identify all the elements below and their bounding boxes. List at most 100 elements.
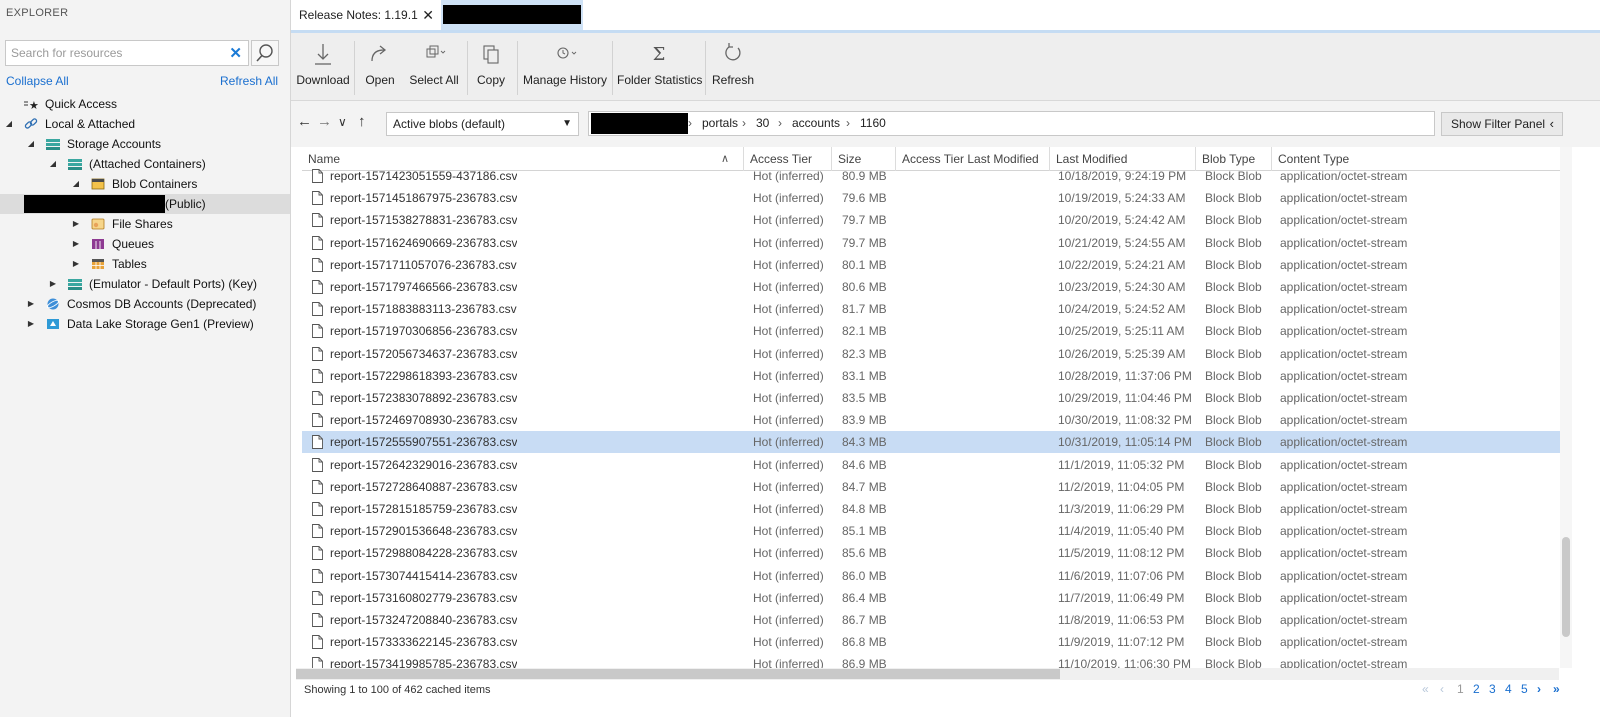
last-modified-cell: 11/9/2019, 11:07:12 PM bbox=[1058, 635, 1185, 650]
table-row[interactable]: report-1571883883113-236783.csv Hot (infe… bbox=[302, 298, 1560, 320]
content-type-cell: application/octet-stream bbox=[1280, 479, 1408, 494]
previous-page-icon[interactable]: ‹ bbox=[1440, 682, 1444, 696]
page-link-3[interactable]: 3 bbox=[1489, 682, 1496, 696]
table-row[interactable]: report-1571423051559-437186.csv Hot (infe… bbox=[302, 165, 1560, 187]
collapsed-arrow-icon[interactable]: ▶ bbox=[26, 314, 36, 334]
first-page-icon[interactable]: « bbox=[1422, 682, 1429, 696]
expanded-arrow-icon[interactable]: ◢ bbox=[4, 114, 14, 134]
tree-item-quick-access[interactable]: ★ Quick Access bbox=[0, 94, 290, 114]
next-page-icon[interactable]: › bbox=[1537, 682, 1541, 696]
table-row[interactable]: report-1573333622145-236783.csv Hot (infe… bbox=[302, 631, 1560, 653]
page-link-5[interactable]: 5 bbox=[1521, 682, 1528, 696]
file-icon bbox=[312, 568, 323, 583]
name-cell: report-1572056734637-236783.csv bbox=[330, 346, 518, 361]
table-row[interactable]: report-1573247208840-236783.csv Hot (infe… bbox=[302, 609, 1560, 631]
table-row[interactable]: report-1572988084228-236783.csv Hot (infe… bbox=[302, 542, 1560, 564]
collapsed-arrow-icon[interactable]: ▶ bbox=[71, 234, 81, 254]
table-row[interactable]: report-1571624690669-236783.csv Hot (infe… bbox=[302, 232, 1560, 254]
page-link-1[interactable]: 1 bbox=[1457, 682, 1464, 696]
manage-history-button[interactable]: Manage History bbox=[523, 39, 607, 97]
tree-item-file-shares[interactable]: ▶ File Shares bbox=[0, 214, 290, 234]
refresh-button[interactable]: Refresh bbox=[711, 39, 755, 97]
breadcrumb[interactable]: › portals › 30 › accounts › 1160 bbox=[588, 111, 1435, 136]
expanded-arrow-icon[interactable]: ◢ bbox=[26, 134, 36, 154]
collapsed-arrow-icon[interactable]: ▶ bbox=[26, 294, 36, 314]
table-row[interactable]: report-1572728640887-236783.csv Hot (infe… bbox=[302, 476, 1560, 498]
table-row[interactable]: report-1571797466566-236783.csv Hot (infe… bbox=[302, 276, 1560, 298]
tree-item-local-attached[interactable]: ◢ Local & Attached bbox=[0, 114, 290, 134]
refresh-all-link[interactable]: Refresh All bbox=[220, 74, 278, 88]
file-icon bbox=[312, 280, 323, 294]
table-row[interactable]: report-1572901536648-236783.csv Hot (infe… bbox=[302, 520, 1560, 542]
file-icon bbox=[312, 635, 323, 650]
breadcrumb-item-accounts[interactable]: accounts bbox=[792, 112, 840, 135]
filter-select-value: Active blobs (default) bbox=[393, 117, 506, 131]
table-row[interactable]: report-1573160802779-236783.csv Hot (infe… bbox=[302, 587, 1560, 609]
tab-redacted[interactable] bbox=[441, 0, 583, 30]
chevron-down-icon[interactable]: ∨ bbox=[338, 115, 347, 129]
table-row[interactable]: report-1571538278831-236783.csv Hot (infe… bbox=[302, 209, 1560, 231]
expanded-arrow-icon[interactable]: ◢ bbox=[71, 174, 81, 194]
horizontal-scroll-thumb[interactable] bbox=[296, 669, 1060, 679]
table-row[interactable]: report-1572642329016-236783.csv Hot (infe… bbox=[302, 454, 1560, 476]
tree-item-cosmos[interactable]: ▶ Cosmos DB Accounts (Deprecated) bbox=[0, 294, 290, 314]
access-tier-cell: Hot (inferred) bbox=[753, 346, 824, 361]
expanded-arrow-icon[interactable]: ◢ bbox=[48, 154, 58, 174]
collapse-all-link[interactable]: Collapse All bbox=[6, 74, 69, 88]
copy-button[interactable]: Copy bbox=[473, 39, 509, 97]
breadcrumb-item-30[interactable]: 30 bbox=[756, 112, 769, 135]
redacted-name bbox=[24, 195, 165, 213]
open-button[interactable]: Open bbox=[359, 39, 401, 97]
download-button[interactable]: Download bbox=[295, 39, 351, 97]
breadcrumb-item-portals[interactable]: portals bbox=[702, 112, 738, 135]
tree-item-blob-containers[interactable]: ◢ Blob Containers bbox=[0, 174, 290, 194]
breadcrumb-item-1160[interactable]: 1160 bbox=[860, 112, 886, 135]
tree-item-public-container[interactable]: (Public) bbox=[0, 194, 290, 214]
page-link-2[interactable]: 2 bbox=[1473, 682, 1480, 696]
table-row[interactable]: report-1572815185759-236783.csv Hot (infe… bbox=[302, 498, 1560, 520]
table-row[interactable]: report-1571711057076-236783.csv Hot (infe… bbox=[302, 254, 1560, 276]
back-arrow-icon[interactable]: ← bbox=[297, 113, 312, 130]
blob-type-cell: Block Blob bbox=[1205, 457, 1262, 472]
select-all-button[interactable]: Select All bbox=[407, 39, 461, 97]
table-row[interactable]: report-1572383078892-236783.csv Hot (infe… bbox=[302, 387, 1560, 409]
collapsed-arrow-icon[interactable]: ▶ bbox=[71, 214, 81, 234]
tree-item-attached-containers[interactable]: ◢ (Attached Containers) bbox=[0, 154, 290, 174]
table-row[interactable]: report-1573074415414-236783.csv Hot (infe… bbox=[302, 565, 1560, 587]
table-row[interactable]: report-1572555907551-236783.csv Hot (infe… bbox=[302, 431, 1560, 454]
tab-release-notes[interactable]: Release Notes: 1.19.1 ✕ bbox=[291, 0, 441, 30]
table-row[interactable]: report-1572298618393-236783.csv Hot (infe… bbox=[302, 365, 1560, 387]
table-row[interactable]: report-1571451867975-236783.csv Hot (infe… bbox=[302, 187, 1560, 209]
tree-item-emulator[interactable]: ▶ (Emulator - Default Ports) (Key) bbox=[0, 274, 290, 294]
size-cell: 86.4 MB bbox=[842, 590, 887, 605]
tree-item-datalake[interactable]: ▶ Data Lake Storage Gen1 (Preview) bbox=[0, 314, 290, 334]
forward-arrow-icon[interactable]: → bbox=[317, 113, 332, 130]
collapsed-arrow-icon[interactable]: ▶ bbox=[71, 254, 81, 274]
size-cell: 85.1 MB bbox=[842, 524, 887, 539]
search-input[interactable] bbox=[6, 41, 216, 65]
table-row[interactable]: report-1572469708930-236783.csv Hot (infe… bbox=[302, 409, 1560, 431]
file-icon bbox=[312, 368, 323, 383]
horizontal-scrollbar[interactable] bbox=[296, 668, 1559, 680]
folder-statistics-button[interactable]: Σ Folder Statistics bbox=[617, 39, 702, 97]
search-button[interactable] bbox=[251, 40, 279, 66]
table-row[interactable]: report-1573419985785-236783.csv Hot (infe… bbox=[302, 653, 1560, 668]
vertical-scroll-thumb[interactable] bbox=[1562, 537, 1570, 637]
clear-search-icon[interactable]: ✕ bbox=[229, 44, 242, 62]
table-row[interactable]: report-1571970306856-236783.csv Hot (infe… bbox=[302, 320, 1560, 342]
page-link-4[interactable]: 4 bbox=[1505, 682, 1512, 696]
last-page-icon[interactable]: » bbox=[1553, 682, 1560, 696]
up-arrow-icon[interactable]: ↑ bbox=[358, 113, 366, 130]
close-icon[interactable]: ✕ bbox=[422, 0, 434, 30]
collapsed-arrow-icon[interactable]: ▶ bbox=[48, 274, 58, 294]
tree-item-tables[interactable]: ▶ Tables bbox=[0, 254, 290, 274]
access-tier-cell: Hot (inferred) bbox=[753, 302, 824, 317]
tree-item-queues[interactable]: ▶ Queues bbox=[0, 234, 290, 254]
blob-filter-select[interactable]: Active blobs (default) ▼ bbox=[386, 112, 579, 136]
vertical-scrollbar[interactable] bbox=[1560, 147, 1572, 668]
table-row[interactable]: report-1572056734637-236783.csv Hot (infe… bbox=[302, 343, 1560, 365]
tree-item-storage-accounts[interactable]: ◢ Storage Accounts bbox=[0, 134, 290, 154]
toolbar-label: Open bbox=[365, 73, 395, 87]
show-filter-panel-button[interactable]: Show Filter Panel ‹ bbox=[1441, 112, 1563, 136]
name-cell: report-1571451867975-236783.csv bbox=[330, 191, 518, 206]
